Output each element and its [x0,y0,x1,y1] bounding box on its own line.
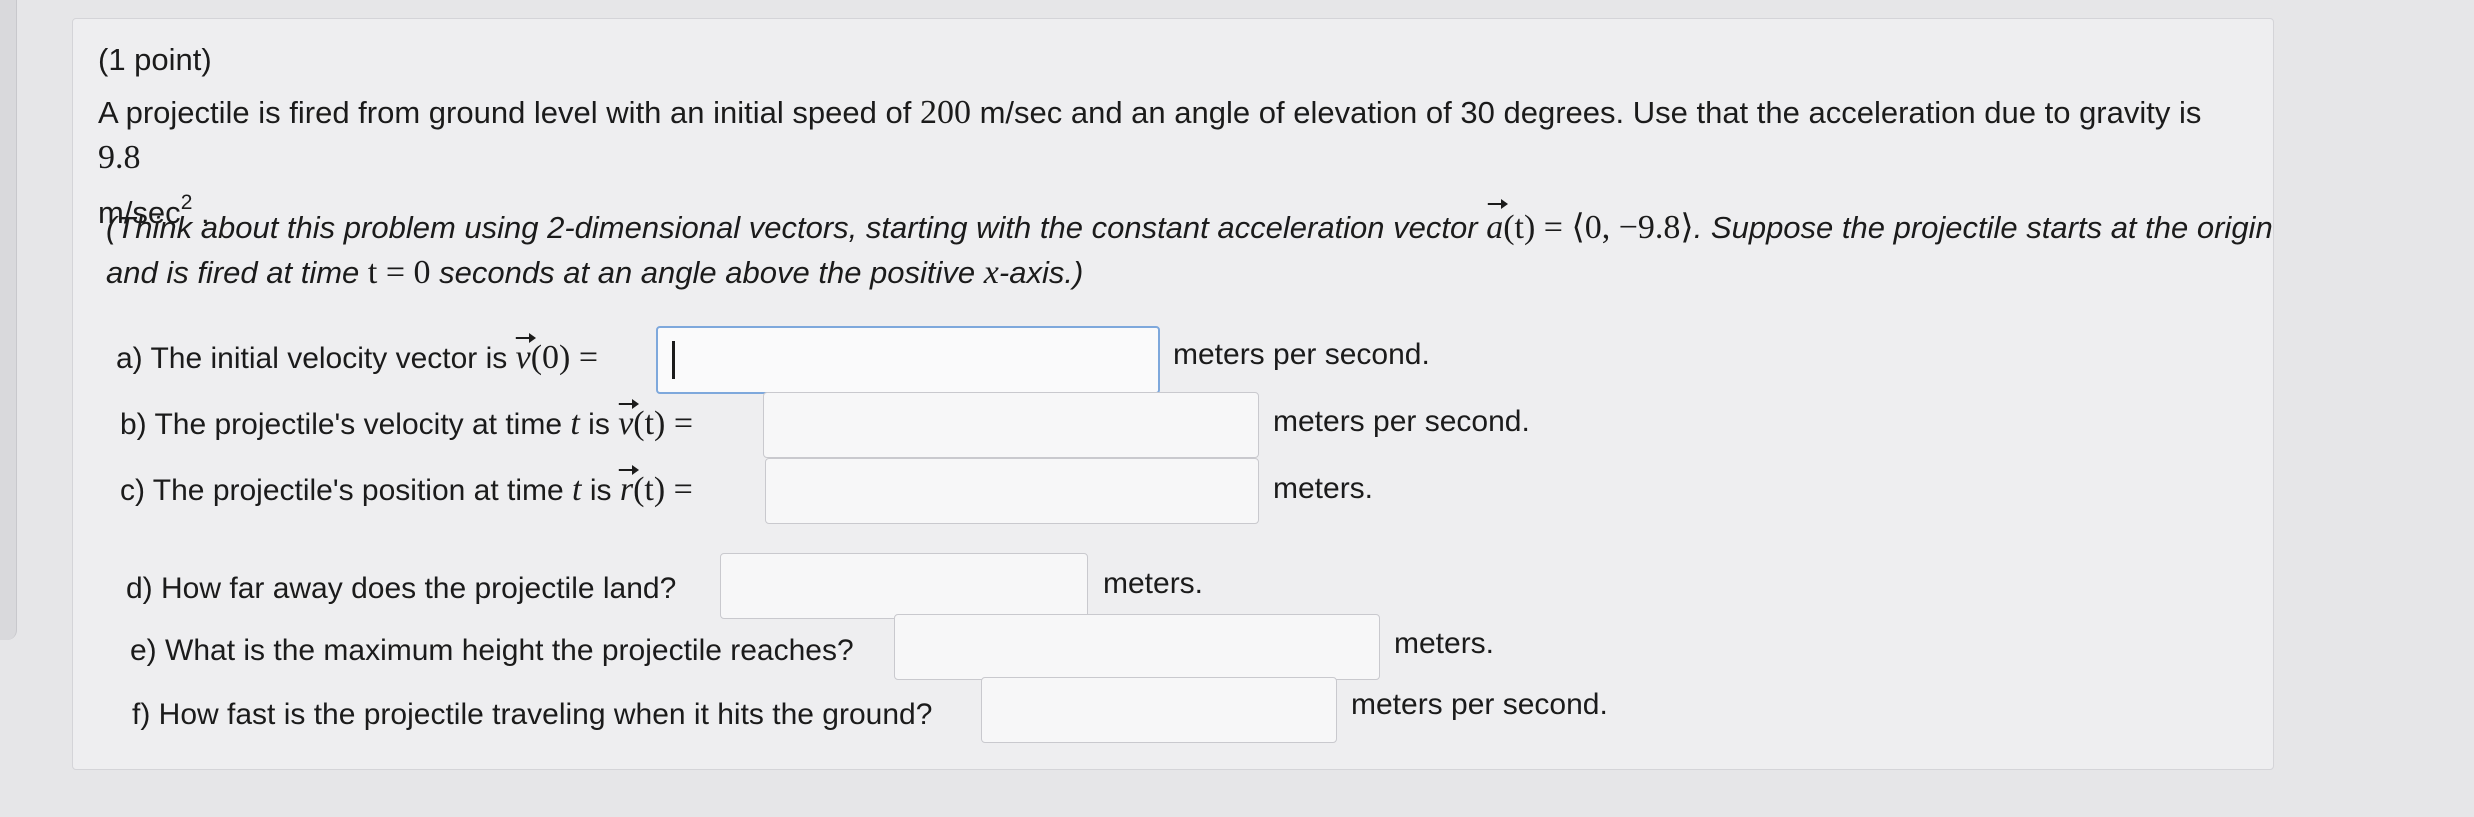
answer-f-input[interactable] [981,677,1337,743]
gravity-value: 9.8 [98,139,141,176]
answer-a-input[interactable] [656,326,1160,394]
hint-text: (Think about this problem using 2-dimens… [106,205,2306,295]
question-c-label: c) The projectile's position at time t i… [120,471,693,508]
answer-d-input[interactable] [720,553,1088,619]
answer-c-unit: meters. [1273,472,1374,505]
answer-a-unit: meters per second. [1173,338,1430,371]
question-e-label: e) What is the maximum height the projec… [130,634,854,667]
initial-speed: 200 [919,94,971,131]
question-f-label: f) How fast is the projectile traveling … [132,698,933,731]
answer-b-input[interactable] [763,392,1259,458]
answer-e-unit: meters. [1394,627,1495,660]
answer-d-unit: meters. [1103,567,1204,600]
text-cursor [672,341,675,379]
answer-c-input[interactable] [765,458,1259,524]
answer-e-input[interactable] [894,614,1380,680]
question-a-label: a) The initial velocity vector is v(0) = [116,339,599,376]
answer-f-unit: meters per second. [1351,688,1608,721]
left-edge-strip [0,0,17,640]
acceleration-vector: a(t) = ⟨0, −9.8⟩ [1486,209,1693,246]
question-d-label: d) How far away does the projectile land… [126,572,677,605]
answer-b-unit: meters per second. [1273,405,1530,438]
point-value: (1 point) [98,42,212,77]
question-b-label: b) The projectile's velocity at time t i… [120,405,694,442]
